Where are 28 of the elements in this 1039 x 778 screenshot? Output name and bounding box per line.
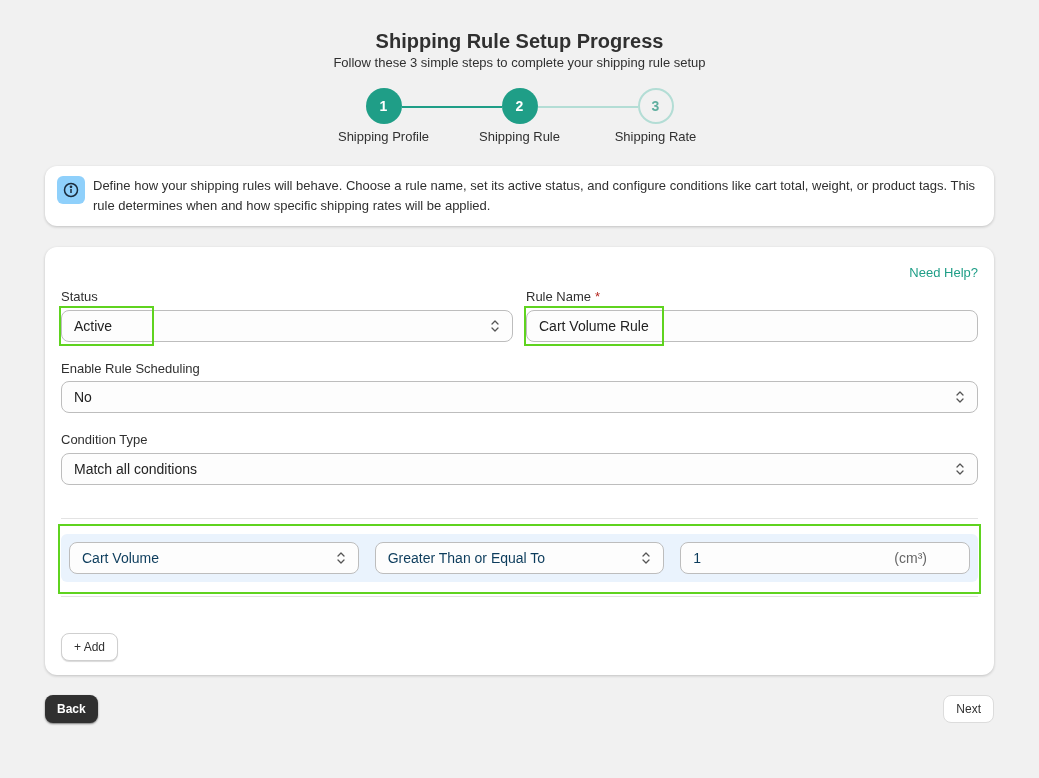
chevron-up-down-icon <box>335 550 346 565</box>
field-label: Condition Type <box>61 431 149 449</box>
page-subtitle: Follow these 3 simple steps to complete your shipping rule setup <box>333 54 706 72</box>
condition-value-input[interactable]: 1 (cm³) <box>680 541 970 574</box>
back-button[interactable]: Back <box>45 694 98 723</box>
required-mark: * <box>595 288 601 306</box>
field-label: Enable Rule Scheduling <box>61 359 201 378</box>
step-label: Shipping Rule <box>479 128 560 146</box>
next-button[interactable]: Next <box>943 694 994 723</box>
step-label: Shipping Rate <box>614 128 697 146</box>
rule-name-input[interactable]: Cart Volume Rule <box>526 309 978 342</box>
condition-field-select[interactable]: Cart Volume <box>69 541 359 574</box>
condition-operator-select[interactable]: Greater Than or Equal To <box>374 541 665 574</box>
condition-type-select[interactable]: Match all conditions <box>61 452 978 485</box>
unit-suffix: (cm³) <box>894 548 927 568</box>
chevron-up-down-icon <box>641 550 652 565</box>
scheduling-select[interactable]: No <box>61 381 978 413</box>
field-label: Status <box>61 288 99 306</box>
add-condition-button[interactable]: + Add <box>61 632 119 661</box>
info-icon <box>57 175 85 204</box>
chevron-up-down-icon <box>955 390 965 404</box>
chevron-up-down-icon <box>490 318 500 333</box>
page-title: Shipping Rule Setup Progress <box>375 29 664 53</box>
info-text: Define how your shipping rules will behave. Choose a rule name, set its active status, and configure conditions like cart total, weight, or product tags. This rule determines when and how specific shipping rates will be applied. <box>93 176 977 215</box>
step-label: Shipping Profile <box>337 128 430 146</box>
field-label: Rule Name <box>526 288 592 306</box>
chevron-up-down-icon <box>955 461 965 476</box>
status-select[interactable]: Active <box>61 309 513 342</box>
